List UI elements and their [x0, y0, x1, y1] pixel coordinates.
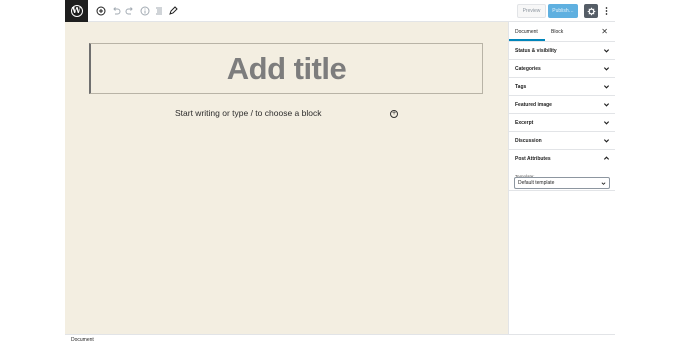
panel-label: Categories [515, 66, 541, 72]
editor-canvas[interactable]: Add title Start writing or type / to cho… [65, 22, 508, 334]
undo-icon[interactable] [110, 5, 122, 17]
status-bar: Document [65, 334, 615, 344]
panel-categories[interactable]: Categories [509, 60, 615, 78]
add-block-icon[interactable] [95, 5, 107, 17]
close-icon[interactable]: ✕ [601, 27, 608, 36]
template-select-value: Default template [518, 180, 555, 186]
outline-icon[interactable] [153, 5, 165, 17]
info-icon[interactable] [139, 5, 151, 17]
sidebar-tabs: Document Block ✕ [509, 22, 615, 42]
post-title-field[interactable]: Add title [89, 43, 483, 94]
panel-label: Discussion [515, 138, 542, 144]
tab-block[interactable]: Block [551, 29, 563, 35]
panel-label: Post Attributes [515, 156, 551, 162]
chevron-down-icon [603, 67, 610, 71]
chevron-down-icon [601, 182, 606, 185]
panel-status-visibility[interactable]: Status & visibility [509, 42, 615, 60]
chevron-down-icon [603, 49, 610, 53]
post-title-placeholder: Add title [226, 50, 347, 86]
template-select[interactable]: Default template [514, 177, 610, 189]
edit-tools-icon[interactable] [167, 5, 179, 17]
chevron-down-icon [603, 139, 610, 143]
panel-label: Excerpt [515, 120, 534, 126]
panel-discussion[interactable]: Discussion [509, 132, 615, 150]
panel-label: Tags [515, 84, 527, 90]
panel-excerpt[interactable]: Excerpt [509, 114, 615, 132]
chevron-down-icon [603, 103, 610, 107]
active-tab-indicator [509, 39, 545, 41]
chevron-up-icon [603, 156, 610, 160]
default-block-appender[interactable]: Start writing or type / to choose a bloc… [175, 108, 321, 118]
tab-document[interactable]: Document [515, 29, 538, 35]
panel-label: Status & visibility [515, 48, 557, 54]
chevron-down-icon [603, 121, 610, 125]
panel-label: Featured image [515, 102, 552, 108]
inline-inserter-icon[interactable]: + [390, 110, 398, 118]
panel-featured-image[interactable]: Featured image [509, 96, 615, 114]
panel-tags[interactable]: Tags [509, 78, 615, 96]
wordpress-logo-icon[interactable]: W [65, 0, 88, 22]
gear-icon[interactable] [584, 4, 598, 18]
more-vertical-icon[interactable] [601, 4, 611, 18]
chevron-down-icon [603, 85, 610, 89]
redo-icon[interactable] [124, 5, 136, 17]
breadcrumb[interactable]: Document [71, 337, 94, 343]
publish-button[interactable]: Publish… [548, 4, 578, 18]
preview-button[interactable]: Preview [517, 4, 546, 18]
